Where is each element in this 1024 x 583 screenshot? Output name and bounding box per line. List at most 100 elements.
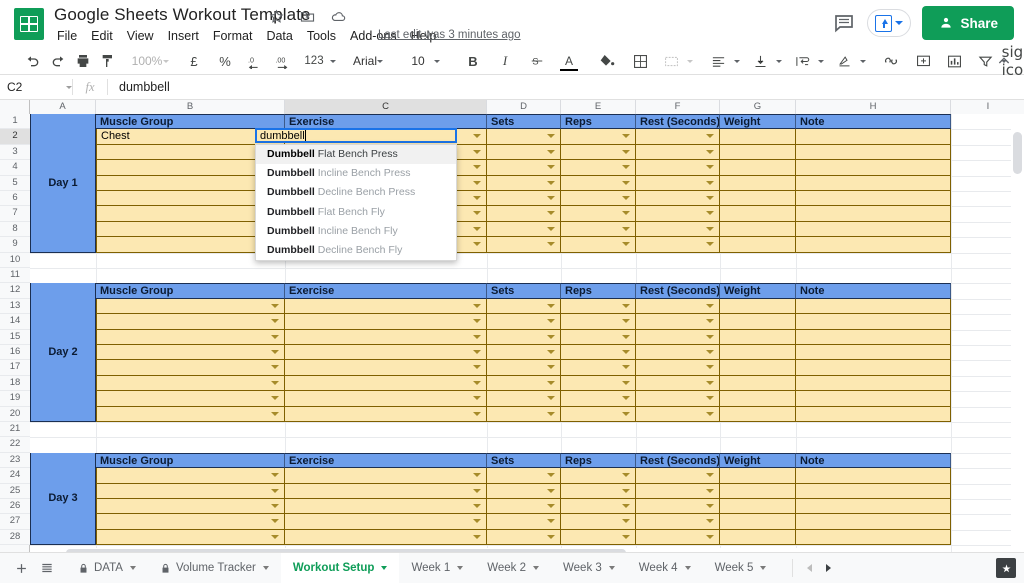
data-cell[interactable] bbox=[636, 468, 720, 484]
row-header-11[interactable]: 11 bbox=[0, 268, 30, 284]
chevron-down-icon[interactable] bbox=[760, 566, 767, 570]
sheet-tab-volume-tracker[interactable]: Volume Tracker bbox=[148, 553, 281, 583]
data-cell[interactable] bbox=[285, 298, 487, 315]
data-cell[interactable] bbox=[796, 160, 951, 176]
row-header-9[interactable]: 9 bbox=[0, 237, 30, 253]
rotation-chevron-down-icon[interactable] bbox=[860, 59, 866, 63]
merge-chevron-down-icon[interactable] bbox=[687, 59, 693, 63]
data-cell[interactable] bbox=[285, 345, 487, 361]
data-cell[interactable] bbox=[285, 360, 487, 376]
name-box-chevron-down-icon[interactable] bbox=[66, 86, 72, 89]
row-header-3[interactable]: 3 bbox=[0, 144, 30, 161]
data-cell[interactable] bbox=[96, 345, 285, 361]
table-header-cell[interactable]: Note bbox=[796, 114, 951, 130]
dropdown-arrow-icon[interactable] bbox=[271, 303, 279, 308]
dropdown-arrow-icon[interactable] bbox=[622, 519, 630, 524]
data-cell[interactable] bbox=[636, 314, 720, 330]
table-header-cell[interactable]: Rest (Seconds) bbox=[636, 114, 720, 130]
column-header-d[interactable]: D bbox=[487, 100, 561, 114]
data-cell[interactable] bbox=[636, 483, 720, 499]
filter-icon[interactable] bbox=[974, 50, 996, 72]
font-chevron-down-icon[interactable] bbox=[377, 59, 383, 63]
table-header-cell[interactable]: Sets bbox=[487, 452, 561, 469]
row-header-17[interactable]: 17 bbox=[0, 360, 30, 376]
dropdown-arrow-icon[interactable] bbox=[547, 134, 555, 139]
text-wrap-icon[interactable] bbox=[791, 50, 813, 72]
last-edit-status[interactable]: Last edit was 3 minutes ago bbox=[378, 29, 521, 41]
menu-tools[interactable]: Tools bbox=[300, 27, 343, 45]
data-cell[interactable] bbox=[796, 406, 951, 422]
menu-view[interactable]: View bbox=[120, 27, 161, 45]
data-cell[interactable] bbox=[285, 314, 487, 330]
data-cell[interactable] bbox=[285, 375, 487, 392]
dropdown-arrow-icon[interactable] bbox=[547, 149, 555, 154]
dropdown-arrow-icon[interactable] bbox=[706, 180, 714, 185]
data-cell[interactable] bbox=[561, 175, 636, 191]
dropdown-arrow-icon[interactable] bbox=[473, 380, 481, 385]
all-sheets-icon[interactable] bbox=[34, 555, 60, 581]
zoom-level[interactable]: 100% bbox=[132, 50, 163, 72]
dropdown-arrow-icon[interactable] bbox=[473, 519, 481, 524]
data-cell[interactable] bbox=[561, 160, 636, 176]
dropdown-arrow-icon[interactable] bbox=[473, 411, 481, 416]
row-header-12[interactable]: 12 bbox=[0, 283, 30, 299]
dropdown-arrow-icon[interactable] bbox=[706, 303, 714, 308]
dropdown-arrow-icon[interactable] bbox=[622, 211, 630, 216]
data-cell[interactable] bbox=[796, 129, 951, 145]
data-cell[interactable] bbox=[720, 160, 796, 176]
table-header-cell[interactable]: Note bbox=[796, 452, 951, 469]
data-cell[interactable] bbox=[796, 329, 951, 345]
data-cell[interactable] bbox=[487, 345, 561, 361]
table-header-cell[interactable]: Rest (Seconds) bbox=[636, 283, 720, 299]
row-header-14[interactable]: 14 bbox=[0, 314, 30, 330]
v-align-chevron-down-icon[interactable] bbox=[776, 59, 782, 63]
dropdown-arrow-icon[interactable] bbox=[473, 334, 481, 339]
data-cell[interactable] bbox=[561, 483, 636, 499]
dropdown-arrow-icon[interactable] bbox=[473, 226, 481, 231]
data-cell[interactable] bbox=[636, 360, 720, 376]
percent-format-button[interactable]: % bbox=[214, 50, 236, 72]
data-cell[interactable] bbox=[487, 298, 561, 315]
data-cell[interactable] bbox=[561, 406, 636, 422]
sigma-icon[interactable]: sigma-icon bbox=[1002, 43, 1024, 79]
data-cell[interactable] bbox=[561, 514, 636, 530]
data-cell[interactable] bbox=[796, 237, 951, 253]
dropdown-arrow-icon[interactable] bbox=[547, 226, 555, 231]
text-rotation-icon[interactable] bbox=[833, 50, 855, 72]
font-size-chevron-down-icon[interactable] bbox=[434, 59, 440, 63]
data-cell[interactable] bbox=[487, 314, 561, 330]
chevron-down-icon[interactable] bbox=[608, 566, 615, 570]
dropdown-arrow-icon[interactable] bbox=[706, 196, 714, 200]
table-header-cell[interactable]: Weight bbox=[720, 452, 796, 469]
table-header-cell[interactable]: Weight bbox=[720, 114, 796, 130]
data-cell[interactable] bbox=[487, 175, 561, 191]
dropdown-arrow-icon[interactable] bbox=[271, 350, 279, 354]
day-label-cell[interactable]: Day 2 bbox=[30, 283, 96, 422]
row-header-26[interactable]: 26 bbox=[0, 499, 30, 515]
autocomplete-item[interactable]: Dumbbell Decline Bench Fly bbox=[256, 241, 456, 260]
chevron-down-icon[interactable] bbox=[684, 566, 691, 570]
data-cell[interactable] bbox=[561, 314, 636, 330]
dropdown-arrow-icon[interactable] bbox=[271, 473, 279, 478]
data-cell[interactable] bbox=[561, 206, 636, 222]
data-cell[interactable] bbox=[796, 483, 951, 499]
dropdown-arrow-icon[interactable] bbox=[271, 519, 279, 524]
dropdown-arrow-icon[interactable] bbox=[473, 350, 481, 354]
number-format-chevron-down-icon[interactable] bbox=[330, 59, 336, 63]
comment-icon[interactable] bbox=[832, 11, 856, 35]
dropdown-arrow-icon[interactable] bbox=[271, 396, 279, 401]
dropdown-arrow-icon[interactable] bbox=[473, 365, 481, 370]
column-header-a[interactable]: A bbox=[30, 100, 96, 114]
data-cell[interactable] bbox=[796, 360, 951, 376]
data-cell[interactable] bbox=[487, 375, 561, 392]
print-icon[interactable] bbox=[72, 50, 94, 72]
zoom-chevron-down-icon[interactable] bbox=[163, 59, 169, 63]
data-cell[interactable] bbox=[487, 144, 561, 161]
dropdown-arrow-icon[interactable] bbox=[473, 211, 481, 216]
dropdown-arrow-icon[interactable] bbox=[473, 196, 481, 200]
chevron-down-icon[interactable] bbox=[262, 566, 269, 570]
dropdown-arrow-icon[interactable] bbox=[622, 350, 630, 354]
data-cell[interactable] bbox=[285, 406, 487, 422]
dropdown-arrow-icon[interactable] bbox=[706, 488, 714, 493]
row-header-6[interactable]: 6 bbox=[0, 191, 30, 207]
